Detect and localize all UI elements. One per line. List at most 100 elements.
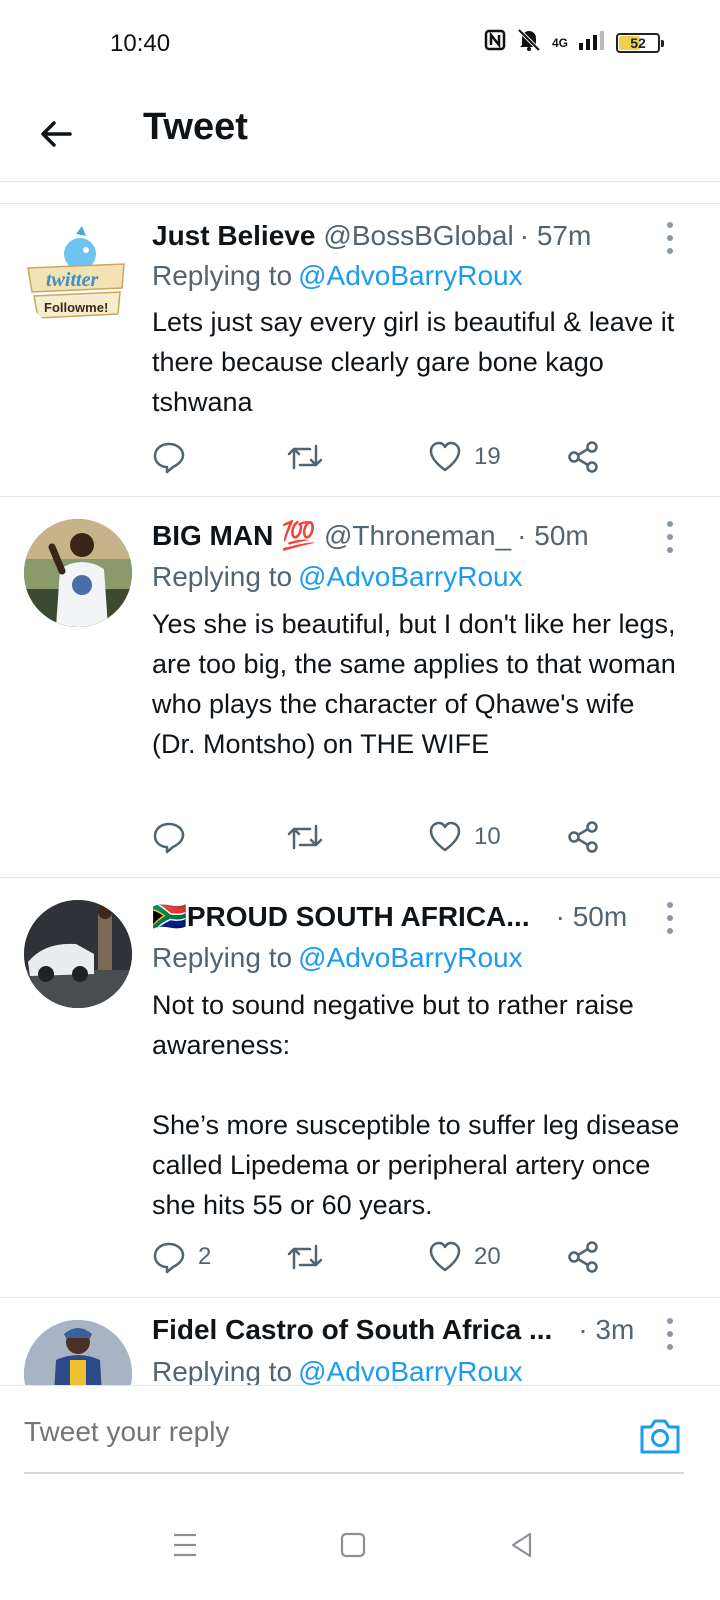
more-options-button[interactable] — [660, 902, 680, 934]
battery-percent: 52 — [630, 34, 646, 51]
reply-mention-link[interactable]: @AdvoBarryRoux — [298, 942, 523, 973]
replying-to: Replying to @AdvoBarryRoux — [152, 260, 523, 292]
camera-button[interactable] — [638, 1414, 682, 1458]
replying-to: Replying to @AdvoBarryRoux — [152, 942, 523, 974]
system-back-button[interactable] — [494, 1517, 550, 1573]
status-bar: 10:40 4G 52 — [0, 0, 720, 90]
tweet-item[interactable]: BIG MAN 💯 @Throneman_ · 50m Replying to @… — [0, 497, 720, 878]
avatar-badge-line2: Followme! — [44, 300, 108, 315]
retweet-icon — [287, 1244, 323, 1270]
reply-button[interactable]: 2 — [152, 1237, 211, 1277]
replying-label: Replying to — [152, 942, 293, 973]
tweet-actions: 10 — [152, 817, 612, 857]
divider-band — [0, 182, 720, 204]
replying-label: Replying to — [152, 1356, 293, 1385]
tweet-text: Not to sound negative but to rather rais… — [152, 990, 680, 1220]
share-icon — [568, 441, 598, 473]
nfc-icon — [484, 29, 506, 56]
signal-icon — [578, 29, 606, 56]
like-button[interactable]: 20 — [428, 1237, 501, 1277]
like-button[interactable]: 10 — [428, 817, 501, 857]
menu-button[interactable] — [157, 1517, 213, 1573]
retweet-button[interactable] — [286, 1237, 336, 1277]
back-button[interactable] — [30, 108, 82, 160]
reply-count: 2 — [198, 1243, 212, 1270]
system-nav-bar — [0, 1495, 720, 1600]
tweet-header: Just Believe @BossBGlobal · 57m — [152, 220, 650, 252]
replying-to: Replying to @AdvoBarryRoux — [152, 561, 523, 593]
avatar[interactable] — [24, 900, 132, 1008]
retweet-icon — [287, 824, 323, 850]
share-icon — [568, 821, 598, 853]
tweet-author-name[interactable]: Fidel Castro of South Africa ... — [152, 1314, 552, 1346]
share-button[interactable] — [566, 1237, 600, 1277]
more-options-button[interactable] — [660, 521, 680, 553]
avatar-badge-line1: twitter — [46, 269, 98, 291]
share-icon — [568, 1241, 598, 1273]
tweet-header: 🇿🇦PROUD SOUTH AFRICA... · 50m — [152, 900, 650, 933]
mute-icon — [516, 28, 542, 57]
menu-icon — [174, 1533, 196, 1557]
reply-button[interactable] — [152, 817, 198, 857]
home-square-icon — [340, 1532, 366, 1558]
replying-label: Replying to — [152, 561, 293, 592]
reply-mention-link[interactable]: @AdvoBarryRoux — [298, 561, 523, 592]
more-options-button[interactable] — [660, 222, 680, 254]
reply-button[interactable] — [152, 437, 198, 477]
like-count: 19 — [474, 443, 501, 470]
tweet-header: Fidel Castro of South Africa ... · 3m — [152, 1314, 650, 1346]
tweet-item[interactable]: Fidel Castro of South Africa ... · 3m Re… — [0, 1298, 720, 1385]
reply-mention-link[interactable]: @AdvoBarryRoux — [298, 260, 523, 291]
reply-input[interactable] — [24, 1416, 584, 1448]
reply-icon — [153, 442, 185, 474]
tweet-timestamp: · 50m — [555, 901, 628, 932]
avatar[interactable] — [24, 519, 132, 627]
replying-label: Replying to — [152, 260, 293, 291]
like-count: 20 — [474, 1243, 501, 1270]
heart-icon — [429, 1241, 461, 1272]
home-button[interactable] — [325, 1517, 381, 1573]
avatar[interactable] — [24, 1320, 132, 1385]
tweet-author-handle[interactable]: @Throneman_ — [324, 520, 511, 552]
reply-mention-link[interactable]: @AdvoBarryRoux — [298, 1356, 523, 1385]
like-button[interactable]: 19 — [428, 437, 501, 477]
tweet-actions: 2 20 — [152, 1237, 612, 1277]
share-button[interactable] — [566, 437, 600, 477]
retweet-icon — [287, 444, 323, 470]
share-button[interactable] — [566, 817, 600, 857]
tweet-item[interactable]: 🇿🇦PROUD SOUTH AFRICA... · 50m Replying t… — [0, 878, 720, 1298]
header: Tweet — [0, 90, 720, 182]
tweet-author-name[interactable]: BIG MAN 💯 — [152, 519, 316, 552]
battery-tip — [661, 39, 664, 47]
reply-icon — [153, 1242, 185, 1274]
tweet-author-handle[interactable]: @BossBGlobal — [323, 220, 513, 252]
tweet-timestamp: · 57m — [519, 220, 592, 251]
reply-icon — [153, 822, 185, 854]
page-title: Tweet — [143, 106, 248, 148]
reply-bar — [0, 1385, 720, 1495]
retweet-button[interactable] — [286, 437, 336, 477]
heart-icon — [429, 441, 461, 472]
back-triangle-icon — [511, 1532, 532, 1558]
reply-input-underline — [24, 1472, 684, 1474]
replying-to: Replying to @AdvoBarryRoux — [152, 1356, 523, 1385]
tweet-header: BIG MAN 💯 @Throneman_ · 50m — [152, 519, 650, 552]
tweet-text: Yes she is beautiful, but I don't like h… — [152, 609, 684, 759]
tweet-item[interactable]: twitter Followme! Just Believe @BossBGlo… — [0, 204, 720, 497]
tweet-text: Lets just say every girl is beautiful & … — [152, 307, 682, 417]
status-time: 10:40 — [110, 30, 171, 57]
retweet-button[interactable] — [286, 817, 336, 857]
arrow-left-icon — [41, 121, 72, 147]
camera-icon — [640, 1419, 680, 1454]
tweet-timestamp: · 3m — [578, 1314, 635, 1345]
tweet-author-name[interactable]: 🇿🇦PROUD SOUTH AFRICA... — [152, 900, 530, 933]
more-options-button[interactable] — [660, 1318, 680, 1350]
heart-icon — [429, 821, 461, 852]
tweet-author-name[interactable]: Just Believe — [152, 220, 315, 252]
status-icons: 4G 52 — [484, 28, 664, 57]
battery-icon: 52 — [616, 32, 664, 53]
avatar[interactable]: twitter Followme! — [24, 224, 132, 332]
like-count: 10 — [474, 823, 501, 850]
tweet-timestamp: · 50m — [517, 520, 589, 551]
tweet-actions: 19 — [152, 437, 612, 477]
